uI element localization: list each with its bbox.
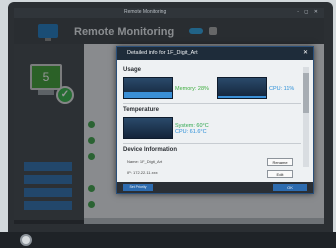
ok-button[interactable]: OK	[273, 184, 307, 191]
temperature-graph	[123, 117, 173, 139]
divider	[123, 103, 301, 104]
edit-button[interactable]: Edit	[267, 170, 293, 178]
dialog-title: Detailed info for 1F_Digit_Art	[117, 47, 313, 60]
device-name-label: Name: 1F_Digit_Art	[127, 159, 163, 164]
cpu-temp-label: CPU: 61.6°C	[175, 129, 207, 135]
memory-usage-level	[124, 91, 172, 98]
device-info-heading: Device Information	[123, 147, 178, 153]
temperature-heading: Temperature	[123, 107, 159, 113]
dialog-footer: Set Priority OK	[117, 182, 313, 193]
device-ip-label: IP: 172.22.11.xxx	[127, 170, 158, 175]
memory-usage-graph	[123, 77, 173, 99]
set-priority-button[interactable]: Set Priority	[123, 184, 153, 191]
window-controls[interactable]: - ◻ ✕	[297, 9, 320, 15]
window-title: Remote Monitoring	[124, 9, 167, 15]
window-titlebar: Remote Monitoring - ◻ ✕	[14, 8, 324, 18]
cpu-usage-level	[218, 95, 266, 98]
cpu-usage-graph	[217, 77, 267, 99]
scrollbar-thumb[interactable]	[303, 73, 309, 113]
rename-button[interactable]: Rename	[267, 158, 293, 166]
usage-heading: Usage	[123, 67, 142, 73]
divider	[123, 143, 301, 144]
memory-usage-label: Memory: 28%	[175, 86, 209, 92]
desktop: Remote Monitoring - ◻ ✕ Remote Monitorin…	[0, 0, 336, 248]
cpu-usage-label: CPU: 11%	[269, 86, 295, 92]
start-button-icon[interactable]	[20, 234, 32, 246]
close-icon[interactable]: ✕	[301, 50, 310, 57]
device-info-dialog: Detailed info for 1F_Digit_Art ✕ Usage M…	[116, 46, 314, 194]
taskbar	[0, 232, 336, 248]
